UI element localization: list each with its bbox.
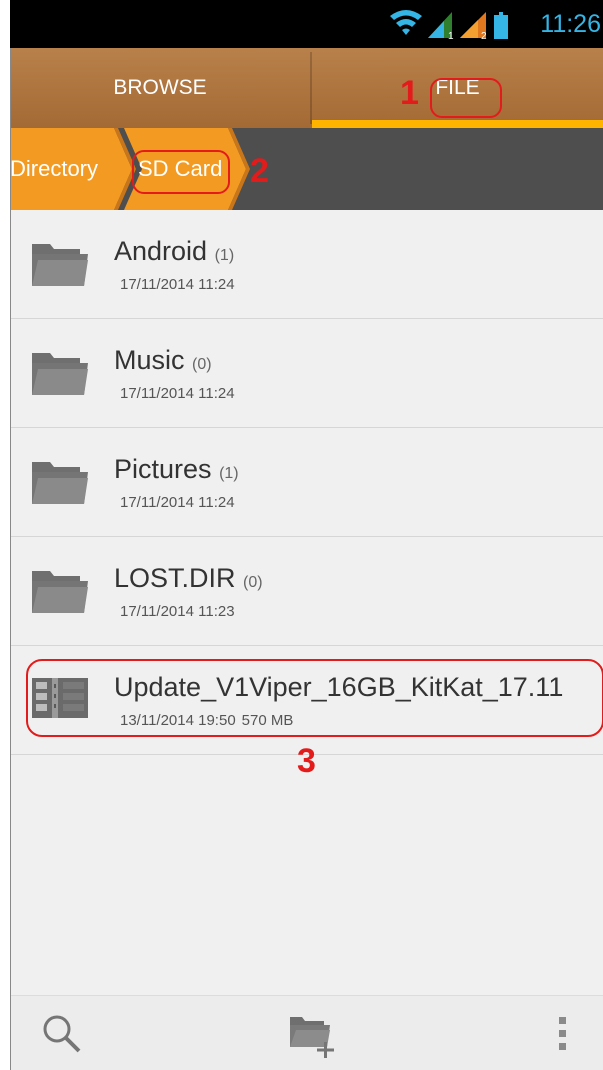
- svg-text:1: 1: [448, 31, 454, 40]
- wifi-icon: [390, 10, 422, 35]
- file-meta: 17/11/2014 11:24: [120, 385, 235, 402]
- overflow-menu-button[interactable]: [532, 1006, 592, 1061]
- tab-browse-label: BROWSE: [113, 76, 207, 99]
- status-icons: 1 2: [390, 10, 508, 40]
- file-meta: 17/11/2014 11:24: [120, 276, 235, 293]
- tab-browse[interactable]: BROWSE: [10, 48, 310, 128]
- app-screen: 1 2 11:26 BROWSE FILE Directory SD Card …: [10, 0, 603, 1070]
- search-icon: [43, 1015, 81, 1052]
- file-name: LOST.DIR (0): [114, 563, 263, 593]
- file-date: 17/11/2014 11:23: [120, 603, 235, 620]
- file-date: 17/11/2014 11:24: [120, 276, 235, 293]
- battery-icon: [494, 12, 508, 39]
- file-meta: 17/11/2014 11:23: [120, 603, 235, 620]
- file-name: Music (0): [114, 345, 212, 375]
- list-item-pictures[interactable]: Pictures (1) 17/11/2014 11:24: [10, 428, 603, 537]
- tab-bar: BROWSE FILE: [10, 48, 603, 128]
- screen-edge-line: [10, 48, 11, 1070]
- list-item-music[interactable]: Music (0) 17/11/2014 11:24: [10, 319, 603, 428]
- folder-icon: [32, 244, 88, 286]
- folder-icon: [32, 353, 88, 395]
- file-date: 17/11/2014 11:24: [120, 494, 235, 511]
- item-count: (0): [192, 356, 212, 373]
- search-button[interactable]: [32, 1006, 92, 1061]
- item-count: (0): [243, 574, 263, 591]
- folder-icon: [32, 571, 88, 613]
- annotation-number-3: 3: [297, 742, 316, 780]
- folder-icon: [32, 462, 88, 504]
- status-bar: 1 2 11:26: [10, 0, 603, 48]
- annotation-number-2: 2: [250, 152, 269, 190]
- breadcrumb-directory-label: Directory: [10, 156, 99, 181]
- annotation-number-1: 1: [400, 74, 419, 112]
- svg-text:2: 2: [481, 31, 487, 40]
- status-time: 11:26: [540, 10, 601, 38]
- file-meta: 17/11/2014 11:24: [120, 494, 235, 511]
- new-folder-button[interactable]: [282, 1006, 342, 1061]
- signal-sim1-icon: 1: [428, 12, 454, 40]
- list-item-android[interactable]: Android (1) 17/11/2014 11:24: [10, 210, 603, 319]
- file-date: 17/11/2014 11:24: [120, 385, 235, 402]
- bottom-action-bar: [10, 995, 603, 1070]
- list-item-lost-dir[interactable]: LOST.DIR (0) 17/11/2014 11:23: [10, 537, 603, 646]
- new-folder-icon: [290, 1016, 334, 1058]
- item-count: (1): [214, 247, 235, 264]
- overflow-menu-icon: [559, 1016, 566, 1050]
- annotation-box-file-tab: [430, 78, 502, 118]
- signal-sim2-icon: 2: [460, 12, 487, 40]
- file-name: Pictures (1): [114, 454, 239, 484]
- annotation-box-sd-card: [132, 150, 230, 194]
- item-count: (1): [219, 465, 239, 482]
- breadcrumb: Directory SD Card: [10, 128, 603, 210]
- tab-selected-indicator: [312, 120, 603, 128]
- file-name: Android (1): [114, 236, 235, 266]
- breadcrumb-directory[interactable]: Directory: [10, 128, 132, 210]
- annotation-box-update-file: [26, 659, 603, 737]
